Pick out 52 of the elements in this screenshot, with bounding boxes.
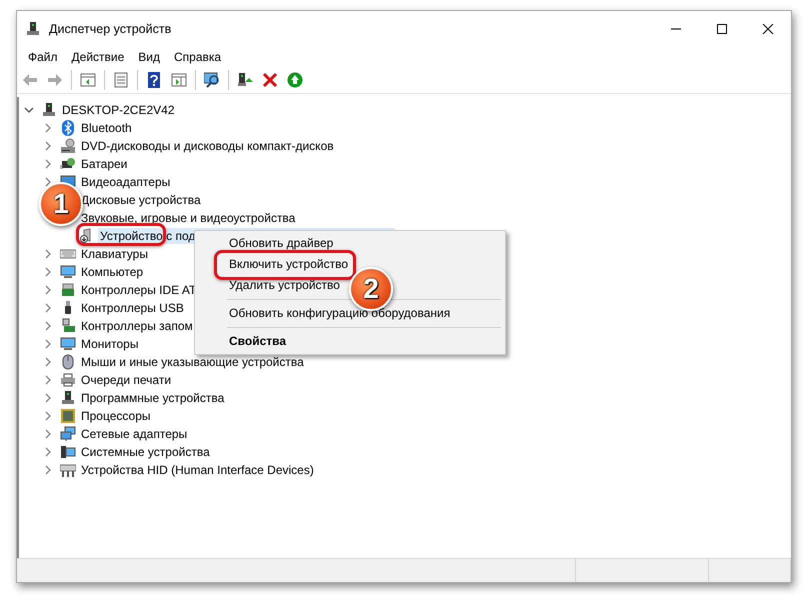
tree-item[interactable]: Контроллеры USB [79, 300, 186, 316]
tree-item[interactable]: Устройства HID (Human Interface Devices) [79, 462, 316, 478]
tree-item[interactable]: Bluetooth [79, 120, 134, 136]
menu-item[interactable]: Обновить драйвер [197, 233, 338, 254]
update-driver-icon[interactable] [237, 72, 253, 88]
tree-item[interactable]: Батареи [79, 156, 130, 172]
mouse-icon [60, 354, 76, 370]
tree-item[interactable]: Мониторы [79, 336, 140, 352]
computer-icon [60, 390, 76, 406]
tree-item[interactable]: Контроллеры запом [79, 318, 195, 334]
tree-item[interactable]: Программные устройства [79, 390, 226, 406]
menu-item[interactable]: Справка [167, 48, 228, 66]
enable-icon[interactable] [287, 72, 303, 88]
tree-item[interactable]: Компьютер [79, 264, 146, 280]
tree-item[interactable]: Процессоры [79, 408, 152, 424]
tree-item[interactable]: Мыши и иные указывающие устройства [79, 354, 306, 370]
storage-controller-icon [60, 318, 76, 334]
console-tree-icon[interactable] [80, 72, 96, 88]
menu-item[interactable]: Включить устройство [197, 254, 352, 275]
tree-item[interactable]: Системные устройства [79, 444, 212, 460]
scan-hardware-icon[interactable] [204, 72, 220, 88]
controller-icon [60, 282, 76, 298]
tree-item[interactable]: DESKTOP-2CE2V42 [60, 102, 176, 118]
menu-item[interactable]: Действие [64, 48, 132, 66]
printer-icon [60, 372, 76, 388]
tree-item[interactable]: Очереди печати [79, 372, 174, 388]
window-title: Диспетчер устройств [49, 20, 172, 38]
bluetooth-icon [60, 120, 76, 136]
remove-icon[interactable] [262, 72, 278, 88]
computer-icon [41, 102, 57, 118]
help-icon[interactable] [146, 72, 162, 88]
tree-item[interactable]: Клавиатуры [79, 246, 150, 262]
system-device-icon [60, 444, 76, 460]
menu-item[interactable]: Свойства [197, 331, 290, 352]
maximize-icon[interactable] [716, 24, 728, 34]
app-icon [25, 21, 41, 37]
menu-item[interactable]: Удалить устройство [197, 275, 344, 296]
close-icon[interactable] [762, 24, 774, 34]
tree-item[interactable]: Контроллеры IDE AT [79, 282, 198, 298]
step-badge: 1 [39, 182, 83, 226]
tree-item[interactable]: Сетевые адаптеры [79, 426, 190, 442]
tree-item[interactable]: DVD-дисководы и дисководы компакт-дисков [79, 138, 336, 154]
network-icon [60, 426, 76, 442]
processor-icon [60, 408, 76, 424]
menu-item[interactable]: Файл [21, 48, 65, 66]
properties-icon[interactable] [113, 72, 129, 88]
disc-drive-icon [60, 138, 76, 154]
action-pane-icon[interactable] [171, 72, 187, 88]
monitor-icon [60, 336, 76, 352]
monitor-icon [60, 264, 76, 280]
menu-item[interactable]: Вид [131, 48, 167, 66]
hid-device-icon [60, 462, 76, 478]
